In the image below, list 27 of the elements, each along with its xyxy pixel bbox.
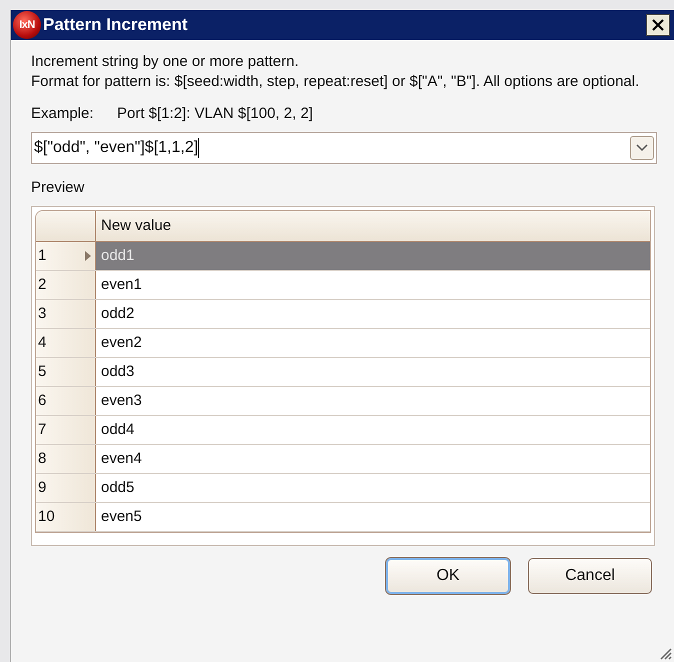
row-header[interactable]: 7 (36, 416, 96, 444)
row-header[interactable]: 10 (36, 503, 96, 531)
column-header[interactable]: New value (96, 211, 650, 241)
cancel-button[interactable]: Cancel (528, 558, 652, 594)
description-text: Increment string by one or more pattern. Format for pattern is: $[seed:width, step, repeat:reset] or $["A", "B"]. All options are optional. (31, 52, 640, 92)
row-pointer-icon (85, 251, 91, 261)
close-button[interactable] (646, 14, 670, 36)
window-title: Pattern Increment (43, 14, 189, 36)
pattern-field[interactable]: $["odd", "even"]$[1,1,2] (31, 132, 657, 164)
preview-label: Preview (31, 178, 86, 198)
example-label: Example: (31, 104, 95, 124)
chevron-down-icon (636, 144, 648, 152)
example-text: Port $[1:2]: VLAN $[100, 2, 2] (117, 104, 313, 124)
row-header[interactable]: 5 (36, 358, 96, 386)
dropdown-button[interactable] (630, 136, 654, 160)
resize-grip-icon[interactable] (658, 646, 672, 660)
row-header[interactable]: 9 (36, 474, 96, 502)
row-header[interactable]: 1 (36, 242, 96, 270)
row-header[interactable]: 8 (36, 445, 96, 473)
ok-button[interactable]: OK (386, 558, 510, 594)
pattern-text: $["odd", "even"]$[1,1,2] (34, 138, 200, 158)
row-header[interactable]: 2 (36, 271, 96, 299)
row-header[interactable]: 6 (36, 387, 96, 415)
close-icon (651, 18, 665, 32)
app-logo: IxN (13, 11, 41, 39)
row-header[interactable]: 4 (36, 329, 96, 357)
row-header[interactable]: 3 (36, 300, 96, 328)
